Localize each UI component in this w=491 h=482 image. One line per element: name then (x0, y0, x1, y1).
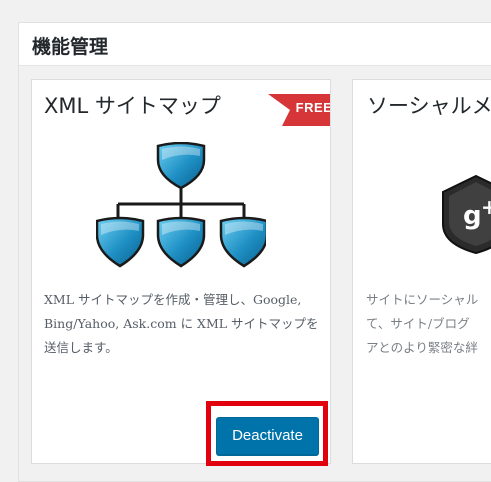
panel-header: 機能管理 (19, 23, 491, 66)
description-line: アとのより緊密な絆 (366, 340, 478, 355)
description-line: サイトにソーシャル (366, 292, 479, 307)
card-title: ソーシャルメ (367, 94, 491, 118)
description-line: て、サイト/ブログ (366, 316, 470, 331)
svg-text:+: + (481, 195, 491, 219)
card-description: XML サイトマップを作成・管理し、Google, Bing/Yahoo, As… (44, 292, 319, 355)
deactivate-button[interactable]: Deactivate (216, 417, 319, 455)
sitemap-hierarchy-icon (96, 142, 266, 268)
card-description: サイトにソーシャル て、サイト/ブログ アとのより緊密な絆 (366, 288, 491, 360)
card-title: XML サイトマップ (44, 94, 221, 118)
svg-text:g: g (463, 201, 482, 231)
panel-title: 機能管理 (32, 36, 109, 58)
feature-card-social: ソーシャルメ g + サイトにソーシャル て、サイト/ブログ アとのより緊密な絆 (352, 79, 491, 464)
free-badge-label: FREE (295, 100, 331, 115)
google-plus-icon: g + (442, 174, 491, 254)
